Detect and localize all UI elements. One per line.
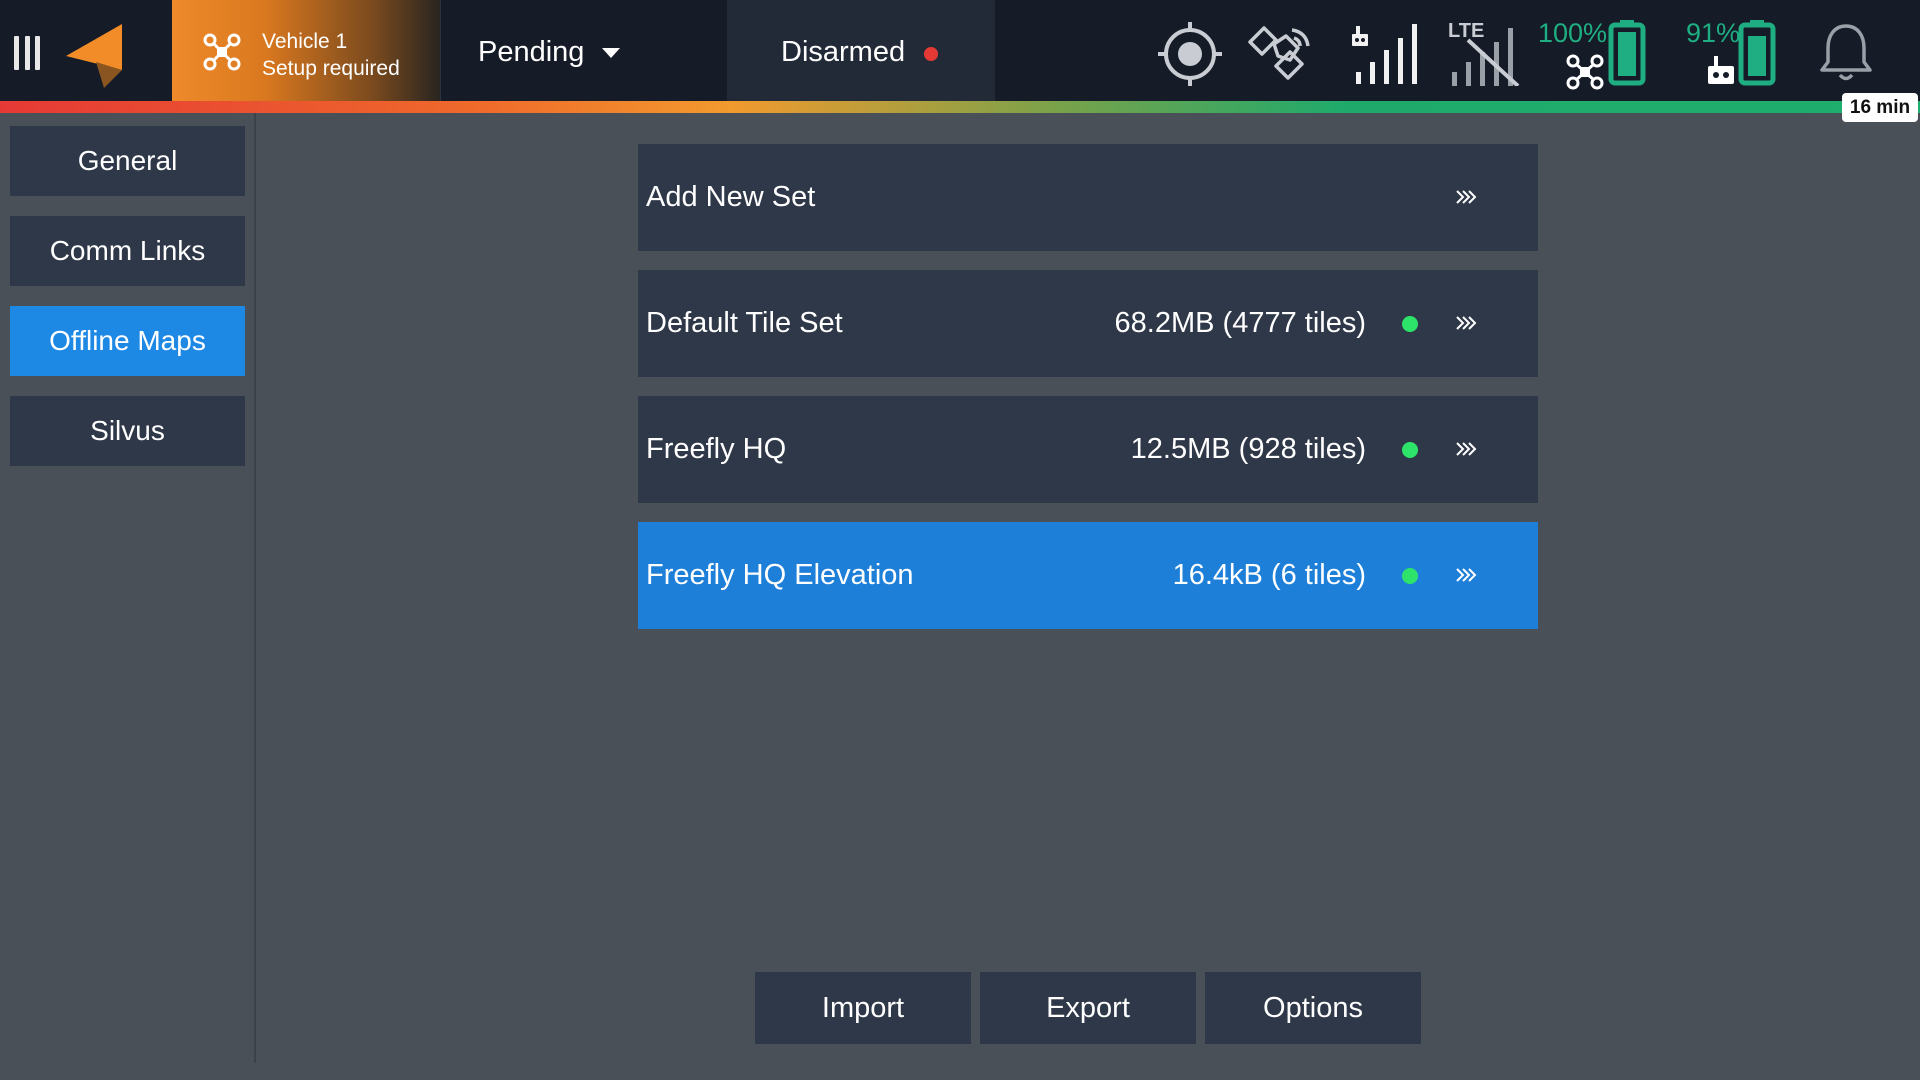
gps-target-icon[interactable] [1156,20,1224,88]
tile-set-name: Freefly HQ [646,433,787,465]
satellite-icon[interactable] [1248,22,1314,84]
options-button[interactable]: Options [1205,972,1421,1044]
status-dot [1402,316,1418,332]
chevron-right-double-icon [1456,568,1477,582]
tile-set-row[interactable]: Freefly HQ 12.5MB (928 tiles) [638,396,1538,503]
settings-sidebar: General Comm Links Offline Maps Silvus [0,113,256,1063]
sidebar-item-comm-links[interactable]: Comm Links [10,216,245,286]
tile-set-name: Default Tile Set [646,307,843,339]
controller-battery-percent: 91% [1686,18,1741,48]
vehicle-battery-percent: 100% [1538,18,1608,48]
status-dot [1402,442,1418,458]
app-logo[interactable] [64,22,126,88]
flight-mode-selector[interactable]: Pending [440,0,728,101]
top-toolbar: Vehicle 1 Setup required Pending Disarme… [0,0,1920,101]
chevron-right-double-icon [1456,190,1477,204]
sidebar-item-offline-maps[interactable]: Offline Maps [10,306,245,376]
lte-signal-icon[interactable]: LTE [1446,20,1522,86]
sidebar-item-silvus[interactable]: Silvus [10,396,245,466]
vehicle-selector[interactable]: Vehicle 1 Setup required [172,0,440,101]
vehicle-status: Setup required [262,57,400,80]
flight-mode-label: Pending [478,36,585,68]
flight-time-badge: 16 min [1842,93,1918,122]
export-button[interactable]: Export [980,972,1196,1044]
drone-battery-icon [1608,20,1646,86]
flight-time-progress-bar [0,101,1920,113]
status-dot [1402,568,1418,584]
armed-status-dot [924,47,938,61]
drone-battery-drone-icon [1566,54,1604,90]
tile-set-size: 68.2MB (4777 tiles) [1114,307,1366,339]
rc-signal-icon[interactable] [1352,22,1420,84]
arm-status-label: Disarmed [781,36,906,68]
tile-set-size: 12.5MB (928 tiles) [1130,433,1366,465]
tile-set-row-selected[interactable]: Freefly HQ Elevation 16.4kB (6 tiles) [638,522,1538,629]
controller-icon [1708,56,1734,84]
bell-icon[interactable] [1818,22,1874,84]
tile-set-size: 16.4kB (6 tiles) [1172,559,1366,591]
chevron-right-double-icon [1456,442,1477,456]
tile-set-row[interactable]: Default Tile Set 68.2MB (4777 tiles) [638,270,1538,377]
vehicle-name: Vehicle 1 [262,30,348,53]
add-new-set-label: Add New Set [646,181,816,213]
controller-battery-icon [1738,20,1776,86]
drone-icon [203,33,241,71]
caret-down-icon [602,48,620,58]
add-new-set-row[interactable]: Add New Set [638,144,1538,251]
arm-status-panel[interactable]: Disarmed [727,0,995,101]
chevron-right-double-icon [1456,316,1477,330]
tile-set-name: Freefly HQ Elevation [646,559,914,591]
sidebar-item-general[interactable]: General [10,126,245,196]
vehicle-label: Vehicle 1 Setup required [262,28,400,82]
import-button[interactable]: Import [755,972,971,1044]
menu-icon[interactable] [14,36,40,70]
